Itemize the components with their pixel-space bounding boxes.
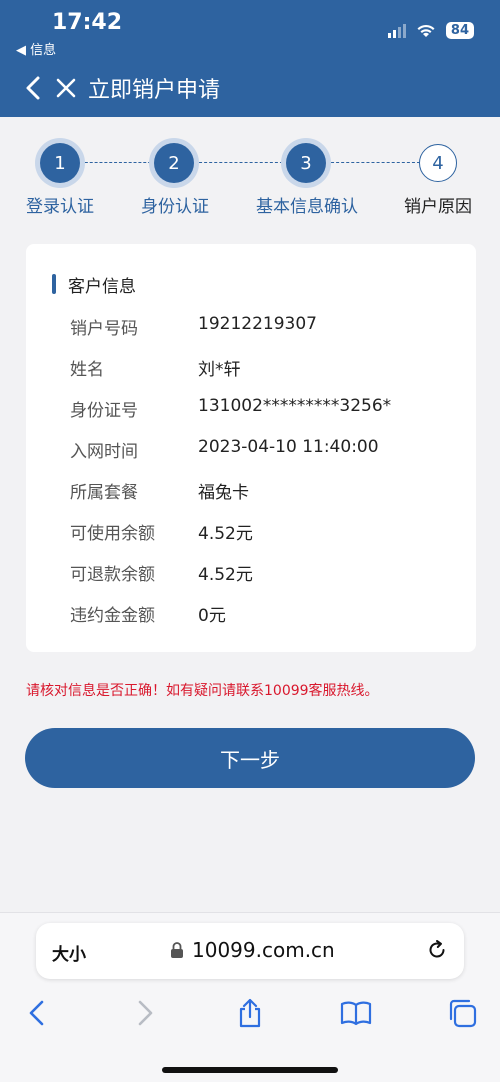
info-row: 销户号码 19212219307 (70, 314, 470, 339)
tabs-icon[interactable] (446, 997, 478, 1029)
step-3-circle: 3 (286, 143, 326, 183)
info-row: 违约金金额 0元 (70, 601, 470, 626)
info-key: 入网时间 (70, 442, 138, 462)
step-4-label: 销户原因 (404, 197, 472, 217)
info-key: 身份证号 (70, 401, 138, 421)
info-row: 可使用余额 4.52元 (70, 519, 470, 544)
info-row: 姓名 刘*轩 (70, 355, 470, 380)
signal-icon (387, 23, 406, 38)
step-connector (194, 162, 288, 163)
info-key: 可使用余额 (70, 524, 155, 544)
browser-back-icon[interactable] (22, 997, 54, 1029)
info-value: 131002*********3256* (198, 396, 392, 416)
info-row: 身份证号 131002*********3256* (70, 396, 470, 421)
info-key: 销户号码 (70, 319, 138, 339)
url-text: 10099.com.cn (192, 938, 335, 962)
info-row: 入网时间 2023-04-10 11:40:00 (70, 437, 470, 462)
text-size-button[interactable]: 大小 (52, 940, 86, 965)
bookmarks-icon[interactable] (340, 997, 372, 1029)
lock-icon (171, 942, 183, 958)
info-value: 0元 (198, 606, 226, 626)
close-icon[interactable] (54, 76, 78, 100)
page-title: 立即销户申请 (88, 78, 221, 103)
step-2-circle: 2 (154, 143, 194, 183)
info-key: 违约金金额 (70, 606, 155, 626)
back-arrow-icon[interactable] (22, 74, 46, 102)
step-connector (326, 162, 420, 163)
info-value: 刘*轩 (198, 360, 241, 380)
info-value: 4.52元 (198, 524, 253, 544)
browser-toolbar: 大小 10099.com.cn (0, 912, 500, 1082)
browser-forward-icon[interactable] (128, 997, 160, 1029)
info-key: 所属套餐 (70, 483, 138, 503)
app-header: 17:42 ◀ 信息 84 立即销户申请 (0, 0, 500, 117)
step-3-label: 基本信息确认 (256, 197, 358, 217)
info-row: 所属套餐 福兔卡 (70, 478, 470, 503)
status-time: 17:42 (52, 10, 123, 35)
customer-info-card: 客户信息 销户号码 19212219307 姓名 刘*轩 身份证号 131002… (26, 244, 476, 652)
step-2-label: 身份认证 (141, 197, 209, 217)
wifi-icon (417, 24, 435, 37)
card-title: 客户信息 (52, 272, 136, 297)
status-icons: 84 (387, 22, 474, 39)
progress-steps: 1 2 3 4 登录认证 身份认证 基本信息确认 销户原因 (0, 130, 500, 230)
info-value: 2023-04-10 11:40:00 (198, 437, 379, 457)
share-icon[interactable] (234, 997, 266, 1029)
info-row: 可退款余额 4.52元 (70, 560, 470, 585)
home-indicator (162, 1067, 338, 1073)
info-value: 福兔卡 (198, 483, 249, 503)
address-bar[interactable]: 大小 10099.com.cn (36, 923, 464, 979)
back-to-app-link[interactable]: ◀ 信息 (16, 39, 56, 58)
warning-text: 请核对信息是否正确！如有疑问请联系10099客服热线。 (26, 683, 379, 699)
step-1-circle: 1 (40, 143, 80, 183)
info-value: 19212219307 (198, 314, 317, 334)
step-connector (80, 162, 156, 163)
step-4-circle: 4 (419, 144, 457, 182)
reload-icon[interactable] (426, 939, 448, 961)
next-step-button[interactable]: 下一步 (25, 728, 475, 788)
step-1-label: 登录认证 (26, 197, 94, 217)
info-key: 可退款余额 (70, 565, 155, 585)
info-value: 4.52元 (198, 565, 253, 585)
info-key: 姓名 (70, 360, 104, 380)
battery-indicator: 84 (445, 22, 474, 39)
